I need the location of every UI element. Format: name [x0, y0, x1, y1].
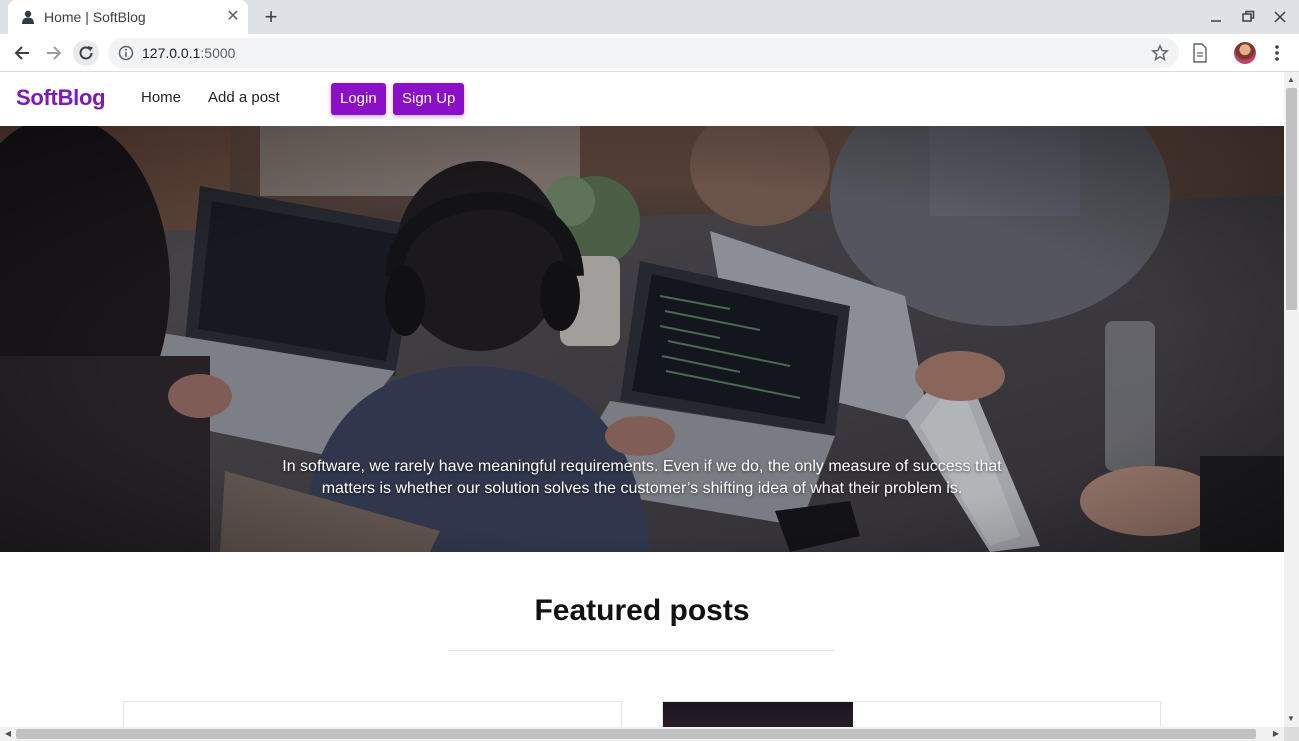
scroll-up-icon[interactable]: ▲: [1285, 74, 1297, 86]
featured-posts-heading: Featured posts: [534, 594, 750, 627]
vertical-scrollbar[interactable]: ▲ ▼: [1284, 72, 1299, 727]
document-icon[interactable]: [1192, 43, 1208, 63]
site-navbar: SoftBlog Home Add a post Login Sign Up: [0, 72, 1284, 126]
info-icon[interactable]: [118, 45, 134, 61]
nav-link-add-post[interactable]: Add a post: [208, 89, 280, 106]
login-button[interactable]: Login: [331, 83, 386, 115]
section-divider: [449, 650, 835, 651]
signup-button[interactable]: Sign Up: [393, 83, 465, 115]
user-silhouette-icon: [22, 10, 34, 24]
scroll-down-icon[interactable]: ▼: [1285, 713, 1297, 725]
close-icon[interactable]: ✕: [224, 8, 242, 26]
featured-post-card[interactable]: [662, 701, 1161, 727]
star-icon[interactable]: [1151, 44, 1169, 62]
restore-icon[interactable]: [1238, 7, 1258, 27]
scroll-left-icon[interactable]: ◀: [2, 728, 14, 740]
hero-quote: In software, we rarely have meaningful r…: [282, 458, 1002, 497]
scroll-right-icon[interactable]: ▶: [1270, 728, 1282, 740]
horizontal-scrollbar[interactable]: ◀ ▶: [0, 727, 1284, 741]
tab-title: Home | SoftBlog: [44, 9, 146, 25]
nav-link-home[interactable]: Home: [141, 89, 181, 106]
post-thumbnail[interactable]: [663, 702, 853, 727]
vertical-scroll-thumb[interactable]: [1286, 88, 1297, 310]
arrow-left-icon[interactable]: [9, 40, 35, 66]
minimize-icon[interactable]: [1206, 7, 1226, 27]
url-text[interactable]: 127.0.0.1:5000: [142, 45, 235, 61]
profile-avatar[interactable]: [1234, 42, 1256, 64]
arrow-right-icon[interactable]: [41, 40, 67, 66]
plus-icon[interactable]: +: [259, 5, 283, 29]
browser-toolbar: 127.0.0.1:5000: [0, 34, 1299, 72]
address-bar[interactable]: 127.0.0.1:5000: [108, 38, 1179, 68]
window-close-icon[interactable]: [1270, 7, 1290, 27]
browser-tab-strip: Home | SoftBlog ✕ +: [0, 0, 1299, 34]
brand-logo[interactable]: SoftBlog: [16, 85, 106, 111]
more-vert-icon[interactable]: [1270, 42, 1284, 64]
horizontal-scroll-thumb[interactable]: [16, 729, 1256, 739]
featured-post-card[interactable]: [123, 701, 622, 727]
hero-banner: In software, we rarely have meaningful r…: [0, 126, 1284, 552]
reload-icon[interactable]: [73, 40, 99, 66]
page-viewport: SoftBlog Home Add a post Login Sign Up I…: [0, 72, 1284, 727]
scrollbar-corner: [1284, 727, 1299, 741]
url-host: 127.0.0.1: [142, 45, 201, 61]
url-port: :5000: [200, 45, 236, 61]
browser-tab-active[interactable]: Home | SoftBlog ✕: [8, 0, 248, 34]
